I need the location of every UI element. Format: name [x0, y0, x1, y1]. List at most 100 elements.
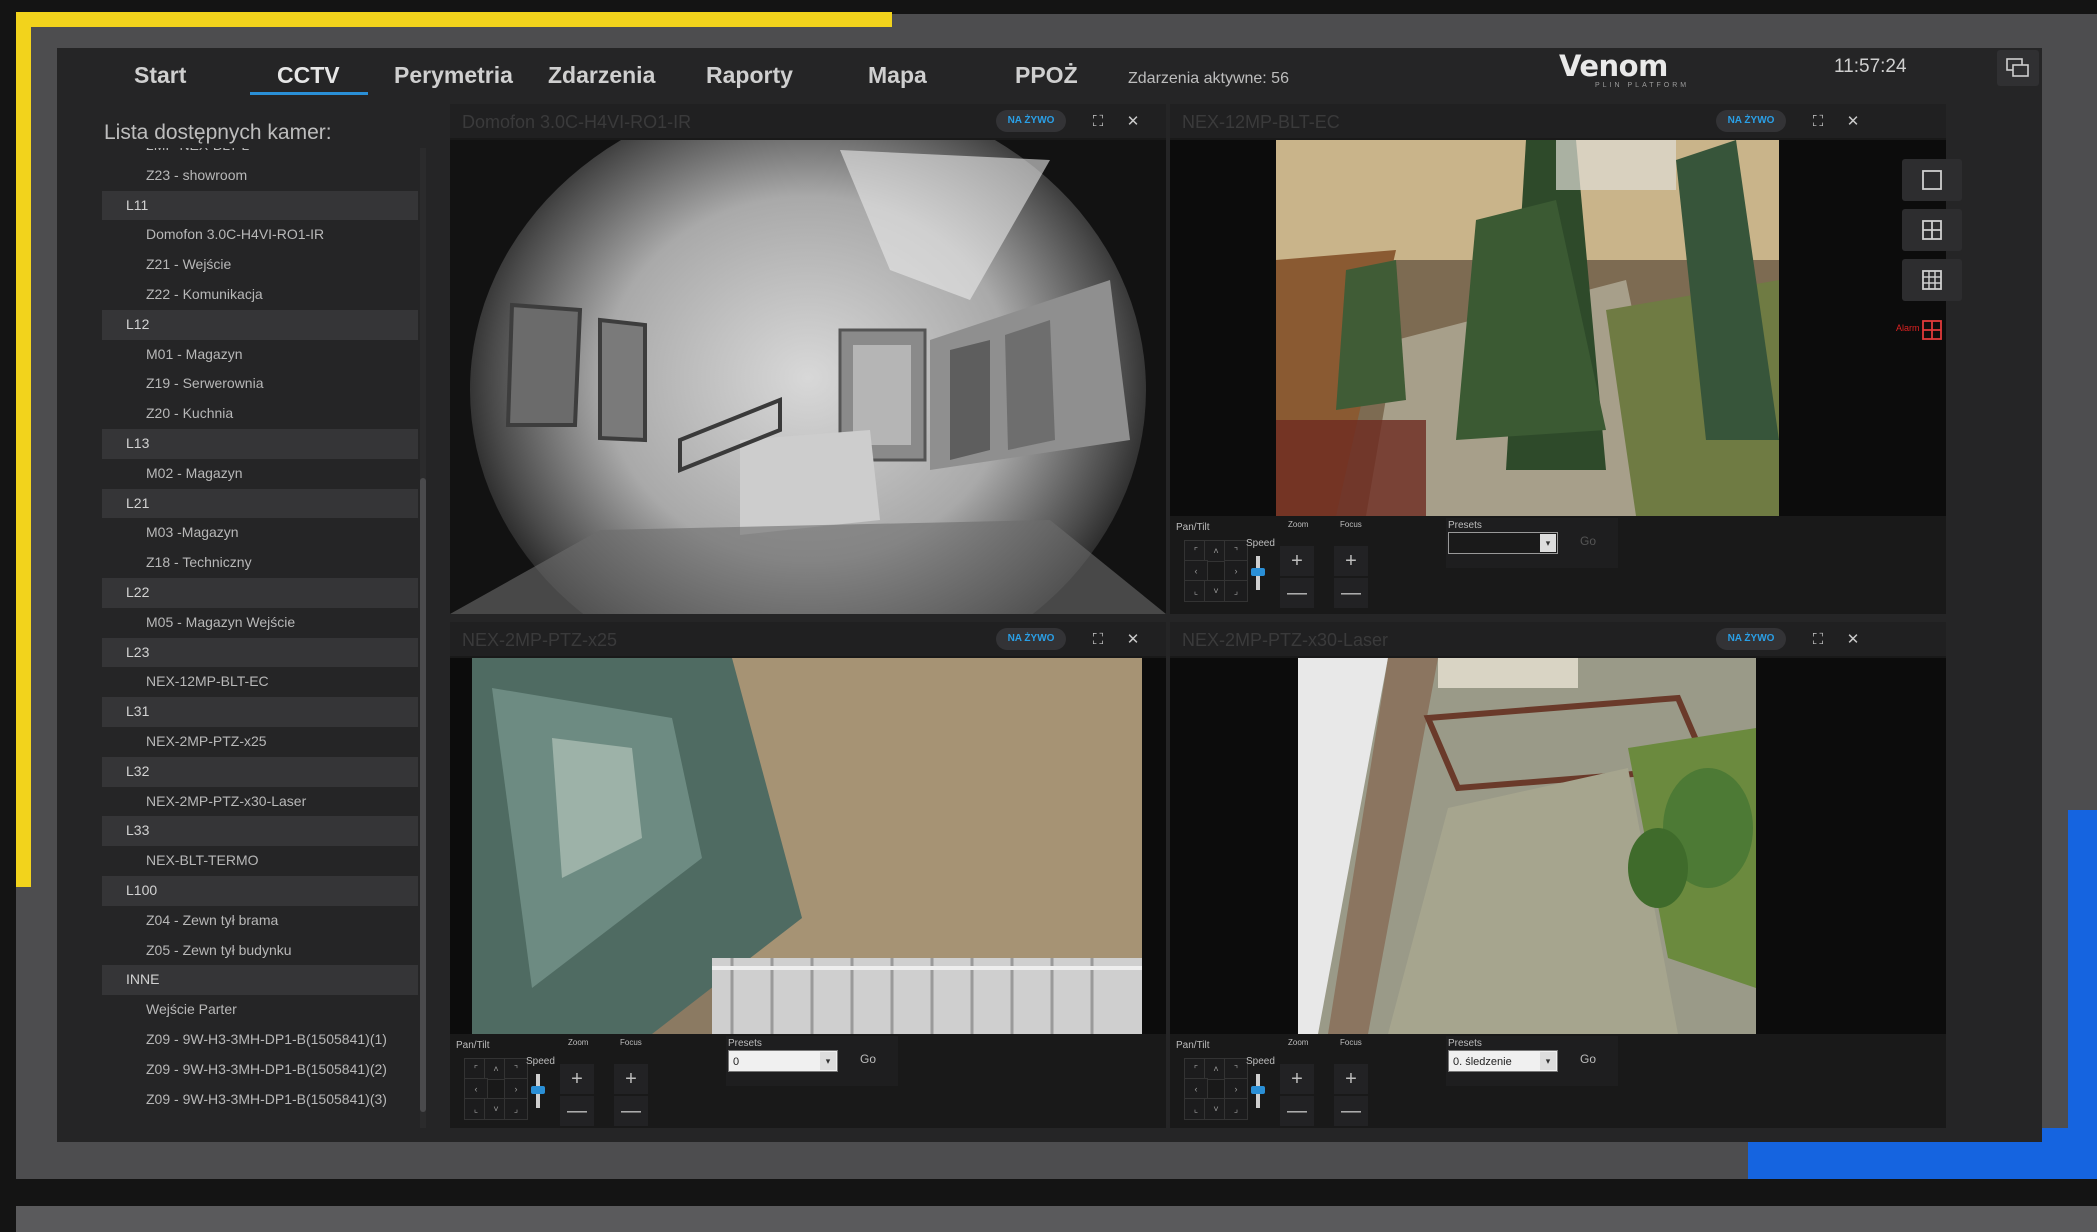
chevron-down-icon: ▾: [1540, 534, 1556, 552]
camera-item[interactable]: Z04 - Zewn tył brama: [102, 906, 418, 936]
camera-item[interactable]: M01 - Magazyn: [102, 340, 418, 370]
close-icon[interactable]: ✕: [1842, 110, 1864, 132]
live-button[interactable]: NA ŻYWO: [996, 110, 1066, 132]
camera-group[interactable]: L12: [102, 309, 418, 340]
preset-dropdown[interactable]: 0. śledzenie ▾: [1448, 1050, 1558, 1072]
ptz-right-button[interactable]: ›: [1224, 560, 1248, 582]
nav-perymetria[interactable]: Perymetria: [394, 62, 513, 89]
nav-start[interactable]: Start: [134, 62, 186, 89]
fullscreen-icon[interactable]: ⛶: [1807, 628, 1829, 650]
live-button[interactable]: NA ŻYWO: [996, 628, 1066, 650]
ptz-up-right-button[interactable]: ⌝: [504, 1058, 528, 1080]
go-button[interactable]: Go: [1580, 1052, 1596, 1066]
close-icon[interactable]: ✕: [1122, 628, 1144, 650]
ptz-down-right-button[interactable]: ⌟: [1224, 580, 1248, 602]
camera-group[interactable]: INNE: [102, 965, 418, 996]
camera-item[interactable]: Z09 - 9W-H3-3MH-DP1-B(1505841)(2): [102, 1055, 418, 1085]
ptz-left-button[interactable]: ‹: [1184, 560, 1208, 582]
focus-in-button[interactable]: +: [614, 1064, 648, 1094]
focus-label: Focus: [620, 1038, 642, 1047]
close-icon[interactable]: ✕: [1842, 628, 1864, 650]
focus-in-button[interactable]: +: [1334, 546, 1368, 576]
nav-zdarzenia[interactable]: Zdarzenia: [548, 62, 655, 89]
speed-slider-knob[interactable]: [1251, 568, 1265, 576]
camera-group[interactable]: L31: [102, 697, 418, 727]
video-feed[interactable]: [450, 658, 1166, 1034]
camera-item[interactable]: NEX-2MP-PTZ-x30-Laser: [102, 787, 418, 817]
camera-group[interactable]: L32: [102, 756, 418, 787]
camera-item[interactable]: NEX-2MP-PTZ-x25: [102, 727, 418, 757]
preset-dropdown[interactable]: 0 ▾: [728, 1050, 838, 1072]
live-button[interactable]: NA ŻYWO: [1716, 628, 1786, 650]
camera-item[interactable]: Z05 - Zewn tył budynku: [102, 936, 418, 966]
zoom-out-button[interactable]: —: [1280, 1096, 1314, 1126]
events-active-count[interactable]: Zdarzenia aktywne: 56: [1128, 70, 1289, 88]
layout-2x2-button[interactable]: [1902, 209, 1962, 251]
zoom-in-button[interactable]: +: [1280, 1064, 1314, 1094]
fullscreen-icon[interactable]: ⛶: [1087, 628, 1109, 650]
camera-group[interactable]: L33: [102, 816, 418, 847]
camera-group[interactable]: L21: [102, 488, 418, 519]
video-feed[interactable]: [450, 140, 1166, 614]
ptz-down-right-button[interactable]: ⌟: [504, 1098, 528, 1120]
zoom-in-button[interactable]: +: [560, 1064, 594, 1094]
camera-group[interactable]: L13: [102, 428, 418, 459]
nav-ppoz[interactable]: PPOŻ: [1015, 62, 1078, 89]
live-button[interactable]: NA ŻYWO: [1716, 110, 1786, 132]
camera-item[interactable]: Z20 - Kuchnia: [102, 399, 418, 429]
zoom-out-button[interactable]: —: [560, 1096, 594, 1126]
courtyard-image: [1170, 658, 1946, 1034]
fullscreen-icon[interactable]: ⛶: [1087, 110, 1109, 132]
preset-dropdown[interactable]: ▾: [1448, 532, 1558, 554]
ptz-right-button[interactable]: ›: [1224, 1078, 1248, 1100]
nav-cctv[interactable]: CCTV: [277, 62, 340, 89]
focus-out-button[interactable]: —: [1334, 578, 1368, 608]
camera-item[interactable]: Z09 - 9W-H3-3MH-DP1-B(1505841)(1): [102, 1025, 418, 1055]
camera-item[interactable]: Z09 - 9W-H3-3MH-DP1-B(1505841)(3): [102, 1085, 418, 1115]
ptz-up-right-button[interactable]: ⌝: [1224, 1058, 1248, 1080]
go-button[interactable]: Go: [1580, 534, 1596, 548]
ptz-left-button[interactable]: ‹: [464, 1078, 488, 1100]
video-feed[interactable]: [1170, 140, 1946, 516]
camera-item[interactable]: M05 - Magazyn Wejście: [102, 608, 418, 638]
ptz-down-right-button[interactable]: ⌟: [1224, 1098, 1248, 1120]
close-icon[interactable]: ✕: [1122, 110, 1144, 132]
speed-slider-knob[interactable]: [1251, 1086, 1265, 1094]
zoom-in-button[interactable]: +: [1280, 546, 1314, 576]
camera-group[interactable]: L23: [102, 637, 418, 668]
fullscreen-icon[interactable]: ⛶: [1807, 110, 1829, 132]
ptz-right-button[interactable]: ›: [504, 1078, 528, 1100]
ptz-up-right-button[interactable]: ⌝: [1224, 540, 1248, 562]
camera-item[interactable]: M02 - Magazyn: [102, 459, 418, 489]
camera-group[interactable]: L22: [102, 577, 418, 608]
focus-out-button[interactable]: —: [1334, 1096, 1368, 1126]
focus-out-button[interactable]: —: [614, 1096, 648, 1126]
go-button[interactable]: Go: [860, 1052, 876, 1066]
camera-item[interactable]: M03 -Magazyn: [102, 518, 418, 548]
camera-item[interactable]: Wejście Parter: [102, 995, 418, 1025]
camera-item[interactable]: Z19 - Serwerownia: [102, 369, 418, 399]
camera-item[interactable]: Z21 - Wejście: [102, 250, 418, 280]
camera-item[interactable]: Z23 - showroom: [102, 161, 418, 191]
speed-label: Speed: [1246, 1056, 1275, 1067]
video-feed[interactable]: [1170, 658, 1946, 1034]
zoom-out-button[interactable]: —: [1280, 578, 1314, 608]
layout-3x3-button[interactable]: [1902, 259, 1962, 301]
focus-in-button[interactable]: +: [1334, 1064, 1368, 1094]
camera-item[interactable]: Z22 - Komunikacja: [102, 280, 418, 310]
ptz-left-button[interactable]: ‹: [1184, 1078, 1208, 1100]
layout-1x1-button[interactable]: [1902, 159, 1962, 201]
nav-raporty[interactable]: Raporty: [706, 62, 793, 89]
window-switch-button[interactable]: [1997, 50, 2039, 86]
camera-item[interactable]: 2MP-NEX-BLT-L: [102, 148, 418, 161]
camera-list-scroll-thumb[interactable]: [420, 478, 426, 1112]
camera-group[interactable]: L100: [102, 875, 418, 906]
speed-slider-knob[interactable]: [531, 1086, 545, 1094]
camera-item[interactable]: Z18 - Techniczny: [102, 548, 418, 578]
layout-alarm-button[interactable]: Alarm: [1896, 309, 1962, 351]
camera-group[interactable]: L11: [102, 190, 418, 221]
nav-mapa[interactable]: Mapa: [868, 62, 927, 89]
camera-item[interactable]: NEX-12MP-BLT-EC: [102, 667, 418, 697]
camera-item[interactable]: Domofon 3.0C-H4VI-RO1-IR: [102, 220, 418, 250]
camera-item[interactable]: NEX-BLT-TERMO: [102, 846, 418, 876]
